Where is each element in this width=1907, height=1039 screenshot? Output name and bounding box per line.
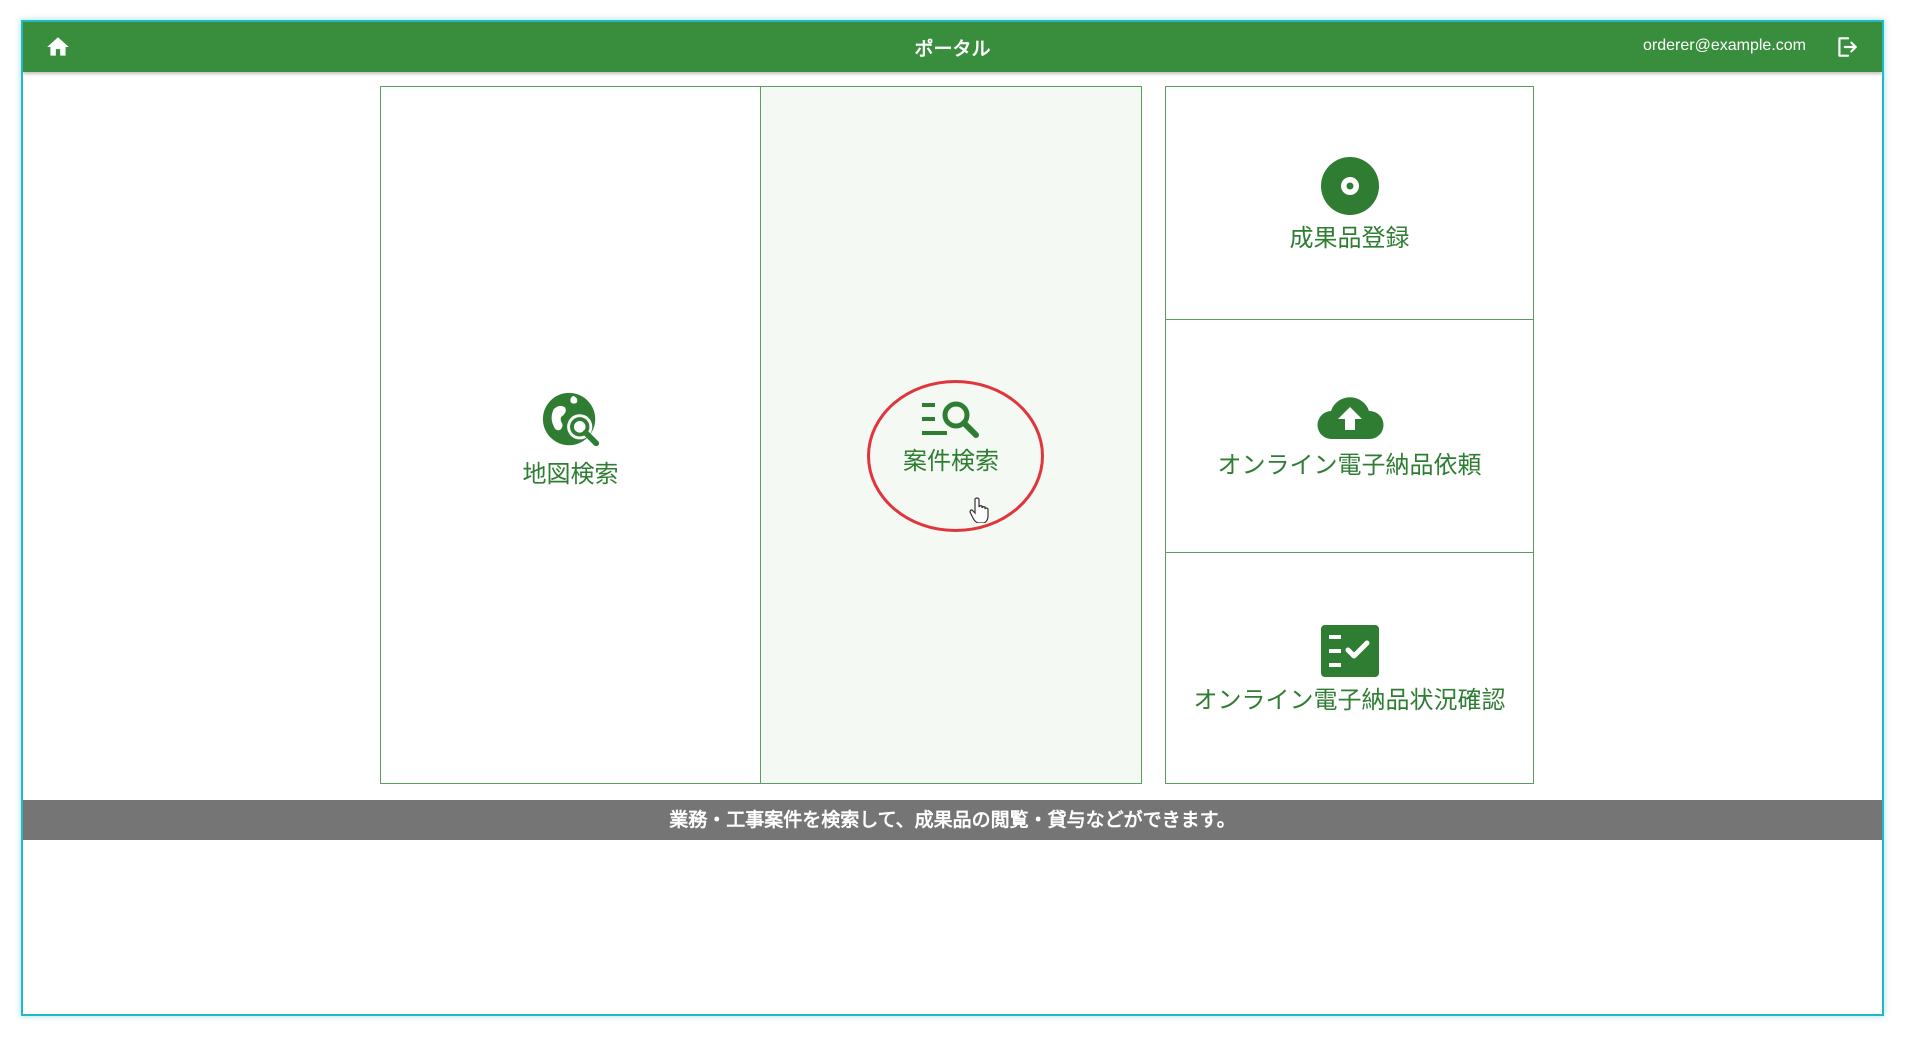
checklist-icon — [1320, 625, 1379, 677]
logout-icon — [1838, 37, 1857, 57]
tile-label-deliverable-registration: 成果品登録 — [1289, 224, 1410, 252]
map-search-icon — [542, 392, 599, 447]
page-title: ポータル — [914, 38, 991, 60]
tile-online-delivery-status[interactable]: オンライン電子納品状況確認 — [1165, 552, 1534, 784]
list-search-icon — [922, 401, 979, 438]
tile-online-delivery-request[interactable]: オンライン電子納品依頼 — [1165, 319, 1534, 553]
app-window: ポータル orderer@example.com 地図検索 案件検索 成果品登録… — [21, 20, 1884, 1016]
disc-icon — [1320, 157, 1379, 215]
tile-deliverable-registration[interactable]: 成果品登録 — [1165, 86, 1534, 320]
tile-map-search[interactable]: 地図検索 — [380, 86, 761, 784]
description-bar: 業務・工事案件を検索して、成果品の閲覧・貸与などができます。 — [23, 800, 1882, 840]
user-email: orderer@example.com — [1643, 37, 1806, 54]
tile-label-online-delivery-request: オンライン電子納品依頼 — [1217, 451, 1482, 479]
cloud-upload-icon — [1316, 397, 1384, 440]
logout-button[interactable] — [1834, 34, 1860, 60]
tile-label-case-search: 案件検索 — [903, 447, 999, 475]
tile-label-online-delivery-status: オンライン電子納品状況確認 — [1193, 686, 1506, 714]
tile-label-map-search: 地図検索 — [522, 460, 619, 488]
header-bar: ポータル orderer@example.com — [23, 22, 1882, 72]
tile-case-search[interactable]: 案件検索 — [760, 86, 1142, 784]
